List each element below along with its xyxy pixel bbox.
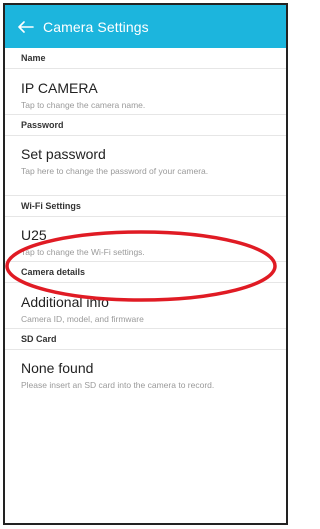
sd-card-title: None found — [21, 360, 94, 376]
wifi-network-title: U25 — [21, 227, 47, 243]
camera-name-subtitle: Tap to change the camera name. — [21, 100, 146, 110]
section-header-name: Name — [5, 48, 286, 69]
arrow-left-icon[interactable] — [9, 5, 43, 48]
section-header-sd: SD Card — [5, 329, 286, 350]
sd-card-item[interactable]: None found Please insert an SD card into… — [5, 350, 286, 410]
section-header-password: Password — [5, 115, 286, 136]
set-password-subtitle: Tap here to change the password of your … — [21, 166, 209, 176]
arrow-left-glyph — [18, 20, 34, 33]
sd-card-subtitle: Please insert an SD card into the camera… — [21, 380, 215, 390]
camera-name-title: IP CAMERA — [21, 80, 98, 96]
section-header-wifi: Wi-Fi Settings — [5, 196, 286, 217]
section-header-details: Camera details — [5, 262, 286, 283]
additional-info-title: Additional info — [21, 294, 109, 310]
page-title: Camera Settings — [43, 18, 149, 35]
additional-info-subtitle: Camera ID, model, and firmware — [21, 314, 144, 324]
wifi-settings-subtitle: Tap to change the Wi-Fi settings. — [21, 247, 145, 257]
camera-name-item[interactable]: IP CAMERA Tap to change the camera name. — [5, 69, 286, 115]
set-password-item[interactable]: Set password Tap here to change the pass… — [5, 136, 286, 196]
app-bar: Camera Settings — [5, 5, 286, 48]
wifi-settings-item[interactable]: U25 Tap to change the Wi-Fi settings. — [5, 217, 286, 262]
additional-info-item[interactable]: Additional info Camera ID, model, and fi… — [5, 283, 286, 329]
settings-list: Name IP CAMERA Tap to change the camera … — [5, 48, 286, 410]
set-password-title: Set password — [21, 146, 106, 162]
phone-screen: Camera Settings Name IP CAMERA Tap to ch… — [3, 3, 288, 525]
